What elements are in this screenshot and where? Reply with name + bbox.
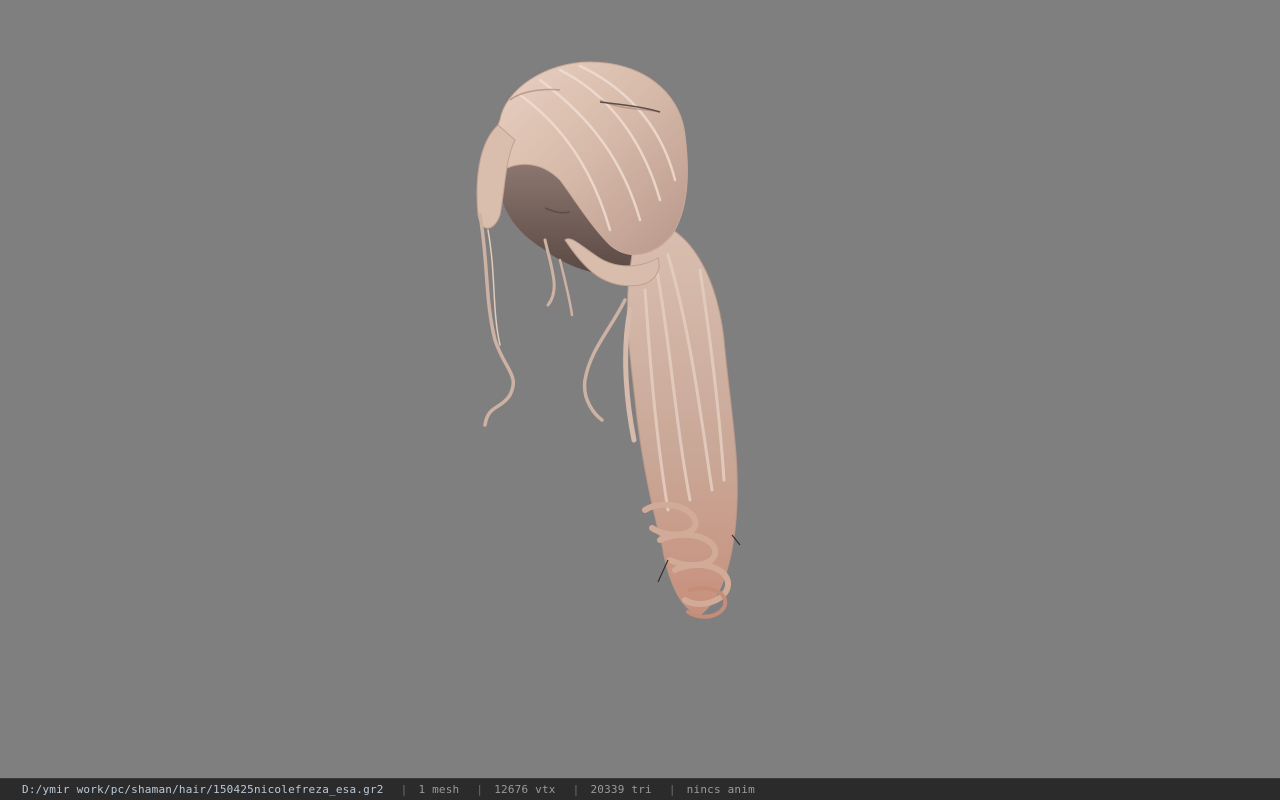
file-path: D:/ymir work/pc/shaman/hair/150425nicole… [22, 783, 384, 796]
vertex-count: 12676 vtx [494, 783, 556, 796]
separator: | [572, 783, 580, 796]
animation-status: nincs anim [686, 783, 755, 796]
triangle-count: 20339 tri [590, 783, 652, 796]
separator: | [476, 783, 484, 796]
hair-model-render [476, 61, 741, 619]
separator: | [668, 783, 676, 796]
mesh-count: 1 mesh [418, 783, 460, 796]
status-bar: D:/ymir work/pc/shaman/hair/150425nicole… [0, 778, 1280, 800]
separator: | [400, 783, 408, 796]
3d-viewport[interactable] [0, 0, 1280, 778]
